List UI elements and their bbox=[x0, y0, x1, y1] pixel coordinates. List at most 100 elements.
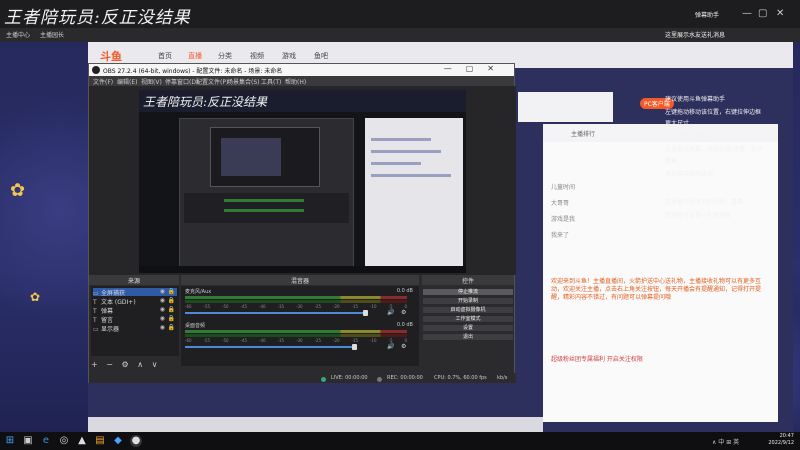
desktop-volume-knob[interactable] bbox=[351, 344, 357, 350]
nav-video[interactable]: 视频 bbox=[250, 51, 264, 61]
rank-tab[interactable]: 主播排行 bbox=[571, 129, 595, 138]
notice-line: 左键拖动移动该位置，右键拉伸边框 bbox=[665, 109, 762, 116]
mic-volume-knob[interactable] bbox=[363, 310, 369, 316]
nav-home[interactable]: 首页 bbox=[158, 51, 172, 61]
minimize-button[interactable]: — bbox=[742, 8, 752, 19]
move-down-button[interactable]: ∨ bbox=[152, 360, 161, 369]
bookmark-item[interactable]: 主播中心 bbox=[6, 30, 30, 39]
move-up-button[interactable]: ∧ bbox=[137, 360, 146, 369]
preview-area: 王者陪玩员:反正没结果 bbox=[89, 86, 516, 275]
eye-icon[interactable]: ◉ bbox=[160, 315, 165, 322]
start-recording-button[interactable]: 开始录制 bbox=[422, 297, 514, 305]
live-duration: LIVE: 00:00:00 bbox=[331, 375, 368, 381]
menu-edit[interactable]: 编辑(E) bbox=[117, 77, 137, 86]
desktop-volume-slider[interactable] bbox=[185, 346, 354, 348]
maximize-button[interactable]: ▢ bbox=[758, 8, 767, 19]
clock-time: 20:47 bbox=[779, 433, 794, 439]
eye-icon[interactable]: ◉ bbox=[160, 297, 165, 304]
lock-icon[interactable]: 🔒 bbox=[168, 306, 175, 313]
menu-help[interactable]: 帮助(H) bbox=[285, 77, 306, 86]
menu-file[interactable]: 文件(F) bbox=[93, 77, 113, 86]
remove-source-button[interactable]: − bbox=[106, 360, 116, 369]
menu-profile[interactable]: 配置文件(P) bbox=[196, 77, 228, 86]
notice-line: 徽章 bbox=[665, 158, 678, 165]
preview-banner: 王者陪玩员:反正没结果 bbox=[139, 90, 466, 112]
nav-category[interactable]: 分类 bbox=[218, 51, 232, 61]
preview-nested-obs bbox=[210, 127, 320, 187]
preview-nested-chat bbox=[365, 118, 463, 268]
bookmark-item[interactable]: 主播园长 bbox=[40, 30, 64, 39]
source-item[interactable]: T 留言 ◉ 🔒 bbox=[93, 315, 177, 324]
nav-game[interactable]: 游戏 bbox=[282, 51, 296, 61]
chat-user: 儿童时间 bbox=[551, 184, 576, 191]
folder-icon[interactable]: ▤ bbox=[94, 435, 106, 447]
task-view-icon[interactable]: ▣ bbox=[22, 435, 34, 447]
speaker-icon[interactable]: 🔊 bbox=[387, 343, 394, 350]
settings-button[interactable]: 设置 bbox=[422, 324, 514, 332]
stream-preview[interactable]: 王者陪玩员:反正没结果 bbox=[139, 90, 466, 273]
stream-title-overlay: 王者陪玩员:反正没结果 bbox=[4, 8, 191, 28]
eye-icon[interactable]: ◉ bbox=[160, 324, 165, 331]
edge-browser-icon[interactable]: e bbox=[40, 435, 52, 447]
lock-icon[interactable]: 🔒 bbox=[168, 288, 175, 295]
add-source-button[interactable]: + bbox=[91, 360, 101, 369]
text-icon: T bbox=[93, 317, 97, 324]
menu-tools[interactable]: 工具(T) bbox=[261, 77, 281, 86]
chat-user: 我来了 bbox=[551, 232, 570, 239]
lock-icon[interactable]: 🔒 bbox=[168, 315, 175, 322]
speaker-icon[interactable]: 🔊 bbox=[387, 309, 394, 316]
source-item[interactable]: ▭ 全屏捕获 ◉ 🔒 bbox=[93, 288, 177, 297]
nav-fishbar[interactable]: 鱼吧 bbox=[314, 51, 328, 61]
rec-duration: REC: 00:00:00 bbox=[387, 375, 423, 381]
bitrate: kb/s bbox=[497, 375, 508, 381]
eye-icon[interactable]: ◉ bbox=[160, 288, 165, 295]
controls-panel: 停止推流 开始录制 启动虚拟摄像机 工作室模式 设置 退出 bbox=[422, 286, 514, 366]
chat-user: 游戏是我 bbox=[551, 216, 576, 223]
stop-streaming-button[interactable]: 停止推流 bbox=[422, 288, 514, 296]
douyu-logo[interactable]: 斗鱼 bbox=[100, 48, 122, 64]
source-item[interactable]: T 文本 (GDI+) ◉ 🔒 bbox=[93, 297, 177, 306]
gear-icon[interactable]: ⚙ bbox=[401, 343, 406, 350]
source-item[interactable]: ▭ 显示器 ◉ 🔒 bbox=[93, 324, 177, 333]
obs-window-controls[interactable]: —▢✕ bbox=[444, 64, 508, 73]
gear-icon[interactable]: ⚙ bbox=[401, 309, 406, 316]
obs-statusbar: LIVE: 00:00:00 REC: 00:00:00 CPU: 0.7%, … bbox=[89, 373, 516, 383]
source-name: 文本 (GDI+) bbox=[101, 299, 136, 306]
close-button[interactable]: ✕ bbox=[776, 8, 784, 19]
lock-icon[interactable]: 🔒 bbox=[168, 324, 175, 331]
mic-level-meter bbox=[185, 300, 407, 303]
menu-scene-collection[interactable]: 场景集合(S) bbox=[227, 77, 260, 86]
menu-view[interactable]: 视图(V) bbox=[141, 77, 162, 86]
exit-button[interactable]: 退出 bbox=[422, 333, 514, 341]
notice-line: 这里展示弹幕，表扬开通/续费，粉丝 bbox=[665, 146, 764, 153]
nav-live[interactable]: 直播 bbox=[188, 51, 202, 61]
windows-start-icon[interactable]: ⊞ bbox=[4, 435, 16, 447]
gift-bar bbox=[88, 417, 543, 432]
studio-mode-button[interactable]: 工作室模式 bbox=[422, 315, 514, 323]
source-item[interactable]: T 弹幕 ◉ 🔒 bbox=[93, 306, 177, 315]
lock-icon[interactable]: 🔒 bbox=[168, 297, 175, 304]
notice-line: 建议使用斗鱼弹幕助手 bbox=[665, 96, 726, 103]
eye-icon[interactable]: ◉ bbox=[160, 306, 165, 313]
mic-volume-slider[interactable] bbox=[185, 312, 366, 314]
obs-menubar: 文件(F) 编辑(E) 视图(V) 停靠窗口(D) 配置文件(P) 场景集合(S… bbox=[89, 76, 514, 86]
notice-line: 添加弹幕助手成功 bbox=[665, 171, 714, 178]
start-virtual-camera-button[interactable]: 启动虚拟摄像机 bbox=[422, 306, 514, 314]
chat-footer[interactable]: 超级粉丝团专属福利 开启关注权限 bbox=[551, 356, 766, 364]
app-icon[interactable]: ▲ bbox=[76, 435, 88, 447]
menu-docks[interactable]: 停靠窗口(D) bbox=[165, 77, 198, 86]
fans-tabs: 主播排行 bbox=[543, 124, 778, 142]
source-properties-button[interactable]: ⚙ bbox=[122, 360, 132, 369]
steam-icon[interactable]: ◎ bbox=[58, 435, 70, 447]
system-tray[interactable]: ∧ 中 ⊞ 英 bbox=[712, 437, 739, 446]
clock[interactable]: 20:47 2022/9/12 bbox=[768, 433, 794, 447]
preview-nested-docks bbox=[184, 193, 349, 223]
text-icon: T bbox=[93, 308, 97, 315]
douyu-client-icon[interactable]: ◆ bbox=[112, 435, 124, 447]
desktop-channel-db: 0.0 dB bbox=[396, 322, 413, 328]
desktop-level-meter bbox=[185, 330, 407, 333]
obs-app-icon[interactable]: ● bbox=[130, 435, 142, 447]
flower-decoration-icon: ✿ bbox=[30, 290, 41, 304]
notice-line: 更大尺寸 bbox=[665, 120, 690, 127]
obs-title-text: OBS 27.2.4 (64-bit, windows) - 配置文件: 未命名… bbox=[103, 68, 283, 75]
